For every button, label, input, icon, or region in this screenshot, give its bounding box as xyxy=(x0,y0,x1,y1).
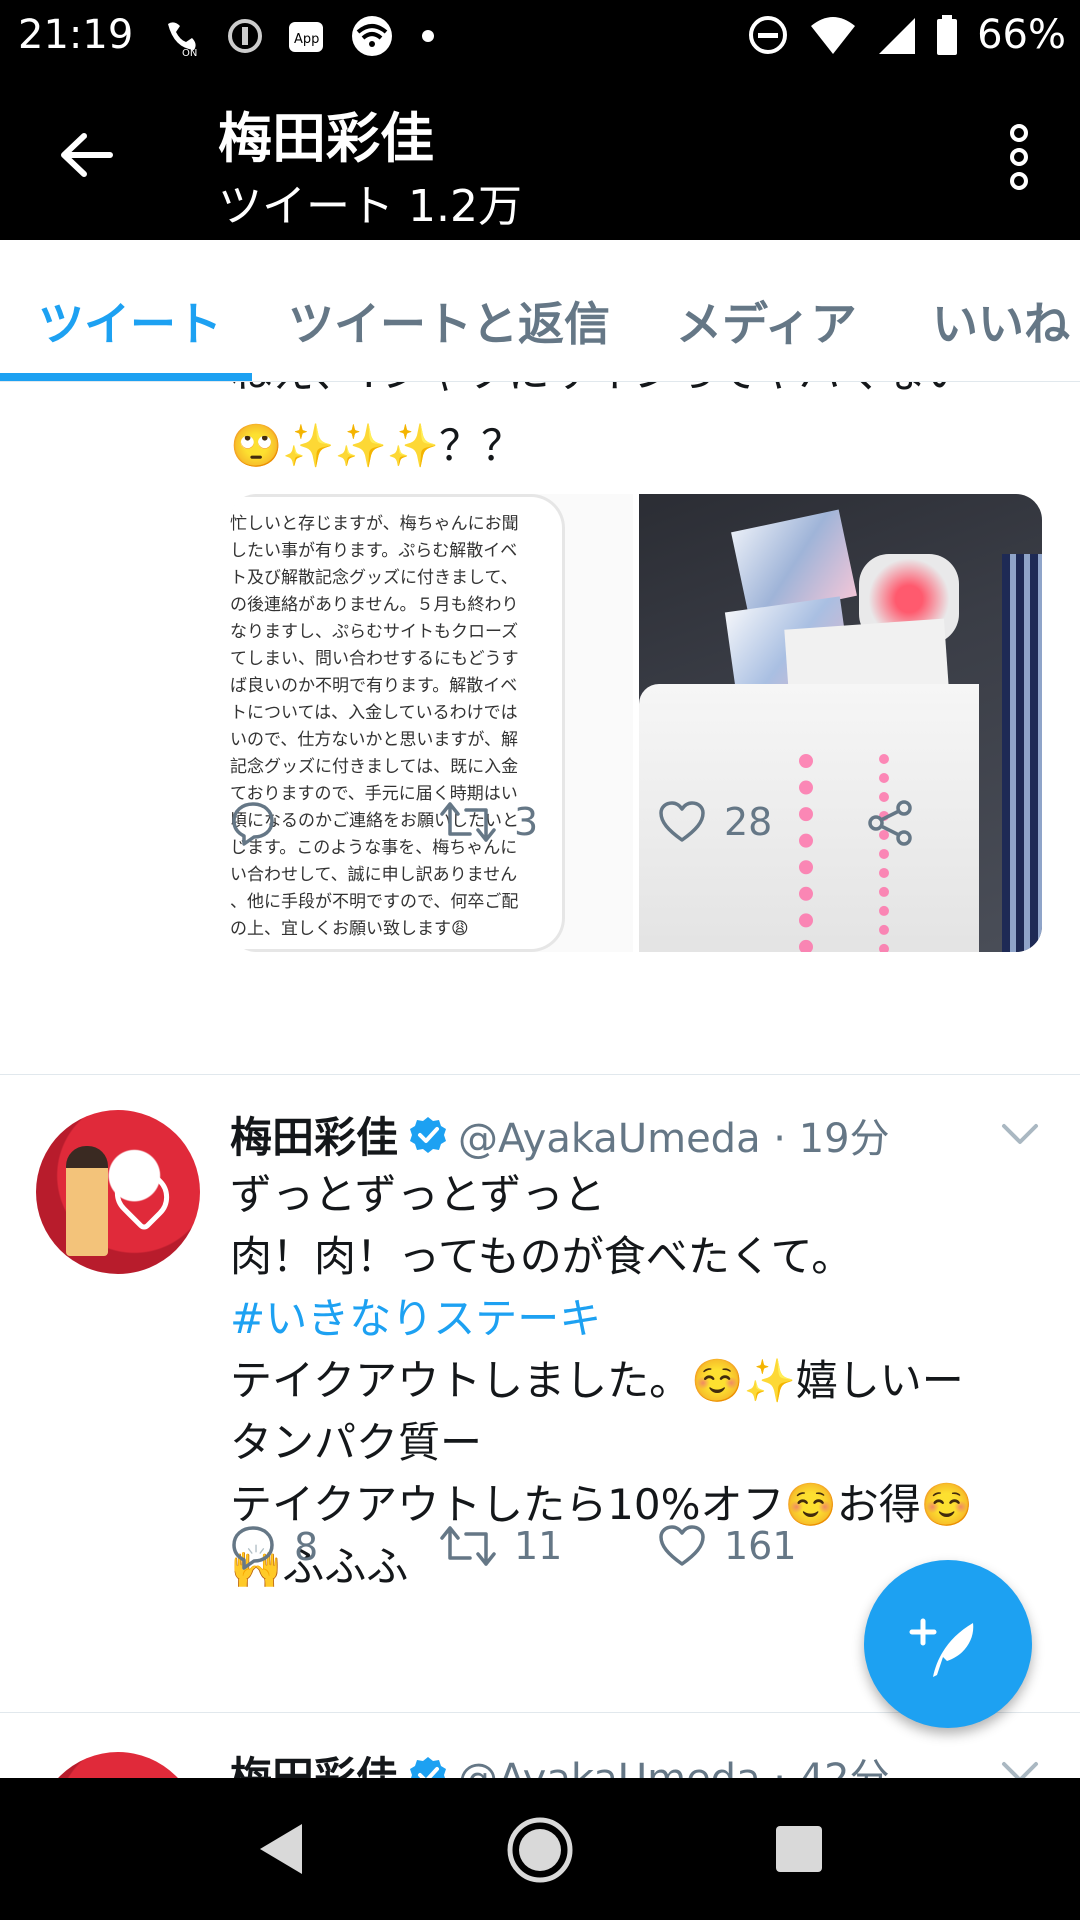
like-button[interactable]: 28 xyxy=(658,800,772,844)
retweet-button[interactable]: 3 xyxy=(440,800,538,844)
reply-button[interactable]: 8 xyxy=(230,1524,318,1570)
tab-tweets-and-replies[interactable]: ツイートと返信 xyxy=(288,288,610,354)
tweet-author-name[interactable]: 梅田彩佳 xyxy=(230,1104,398,1165)
reply-icon xyxy=(232,1526,274,1570)
prev-tweet-text: 🙄✨✨✨？？ xyxy=(230,421,524,470)
like-button[interactable]: 161 xyxy=(658,1524,797,1568)
tweet-line: テイクアウトしたら10%オフ☺️お得☺️ xyxy=(230,1480,974,1529)
call-forwarding-icon: ON xyxy=(168,22,197,58)
profile-header: 梅田彩佳 ツイート 1.2万 xyxy=(0,74,1080,240)
retweet-button[interactable]: 11 xyxy=(440,1524,562,1568)
wifi-calling-icon xyxy=(352,16,392,56)
like-count: 161 xyxy=(724,1524,797,1568)
app-icon: App xyxy=(289,22,323,52)
next-tweet-header: 梅田彩佳 @AyakaUmeda · 42分 xyxy=(230,1744,890,1778)
svg-text:App: App xyxy=(294,32,319,47)
chevron-down-icon[interactable] xyxy=(1000,1122,1040,1146)
system-navigation-bar xyxy=(0,1778,1080,1920)
active-tab-indicator xyxy=(0,373,252,381)
battery-icon xyxy=(937,15,958,55)
tab-media[interactable]: メディア xyxy=(676,288,857,354)
hashtag-link[interactable]: #いきなりステーキ xyxy=(230,1288,1050,1350)
nav-back-icon[interactable] xyxy=(258,1822,304,1876)
tweet-author-name[interactable]: 梅田彩佳 xyxy=(230,1744,398,1778)
tweet-divider xyxy=(0,1074,1080,1075)
tweet-media[interactable]: 忙しいと存じますが、梅ちゃんにお聞 したい事が有ります。ぷらむ解散イベ ト及び解… xyxy=(230,494,1042,952)
header-title: 梅田彩佳 xyxy=(218,107,434,170)
tweet-handle-time: @AyakaUmeda · 42分 xyxy=(458,1746,890,1779)
reply-icon xyxy=(232,802,274,846)
heart-icon xyxy=(659,801,705,842)
reply-button[interactable] xyxy=(230,800,294,846)
share-icon xyxy=(868,800,912,846)
like-count: 28 xyxy=(724,800,773,844)
header-tweet-count: ツイート 1.2万 xyxy=(218,181,522,232)
nav-recents-icon[interactable] xyxy=(776,1826,822,1872)
retweet-icon xyxy=(440,1526,496,1566)
retweet-count: 3 xyxy=(514,800,539,844)
prev-tweet-text-cut: ねえ、Tシャツにサインってヤバくない xyxy=(230,382,1030,404)
signal-icon xyxy=(879,18,916,54)
nav-home-icon[interactable] xyxy=(506,1816,574,1884)
verified-badge-icon xyxy=(410,1756,447,1778)
tab-likes[interactable]: いいね xyxy=(932,288,1070,354)
chevron-down-icon[interactable] xyxy=(1000,1760,1040,1778)
media-note-text: 忙しいと存じますが、梅ちゃんにお聞 したい事が有ります。ぷらむ解散イベ ト及び解… xyxy=(230,494,565,952)
retweet-icon xyxy=(440,802,496,842)
tweet-body: ずっとずっとずっと 肉！肉！ってものが食べたくて。 #いきなりステーキ テイクア… xyxy=(230,1164,1050,1598)
status-time: 21:19 xyxy=(18,12,134,58)
more-options-icon[interactable] xyxy=(1008,124,1030,190)
tweet-line: タンパク質ー xyxy=(230,1418,483,1467)
tweet-handle-time: @AyakaUmeda · 19分 xyxy=(458,1115,890,1162)
reply-count: 8 xyxy=(294,1525,319,1569)
share-button[interactable] xyxy=(866,800,914,846)
tweet-line: テイクアウトしました。☺️✨嬉しいー xyxy=(230,1356,964,1405)
battery-percentage: 66% xyxy=(977,12,1066,58)
avatar[interactable] xyxy=(36,1752,200,1778)
avatar[interactable] xyxy=(36,1110,200,1274)
dot-icon xyxy=(422,30,434,42)
heart-icon xyxy=(659,1525,705,1566)
status-icons-left: ON App xyxy=(160,14,438,58)
svg-text:ON: ON xyxy=(182,48,197,58)
compose-feather-icon xyxy=(909,1618,974,1677)
info-icon xyxy=(228,19,262,53)
media-image-screenshot[interactable]: 忙しいと存じますが、梅ちゃんにお聞 したい事が有ります。ぷらむ解散イベ ト及び解… xyxy=(230,494,633,952)
media-image-photo[interactable] xyxy=(639,494,1042,952)
profile-tabs: ツイート ツイートと返信 メディア いいね xyxy=(0,240,1080,382)
back-arrow-icon[interactable] xyxy=(58,130,114,180)
verified-badge-icon xyxy=(410,1116,447,1153)
tweet-header: 梅田彩佳 @AyakaUmeda · 19分 xyxy=(230,1104,890,1165)
tweet-line: ずっとずっとずっと xyxy=(230,1170,606,1219)
dnd-icon xyxy=(749,16,788,54)
retweet-count: 11 xyxy=(514,1524,563,1568)
tweet-line: 肉！肉！ってものが食べたくて。 xyxy=(230,1232,854,1281)
compose-tweet-button[interactable] xyxy=(864,1560,1032,1728)
wifi-icon xyxy=(811,17,856,54)
tab-tweets[interactable]: ツイート xyxy=(38,288,222,354)
status-bar: 21:19 ON App 66% xyxy=(0,0,1080,74)
status-icons-right: 66% xyxy=(747,12,1066,58)
